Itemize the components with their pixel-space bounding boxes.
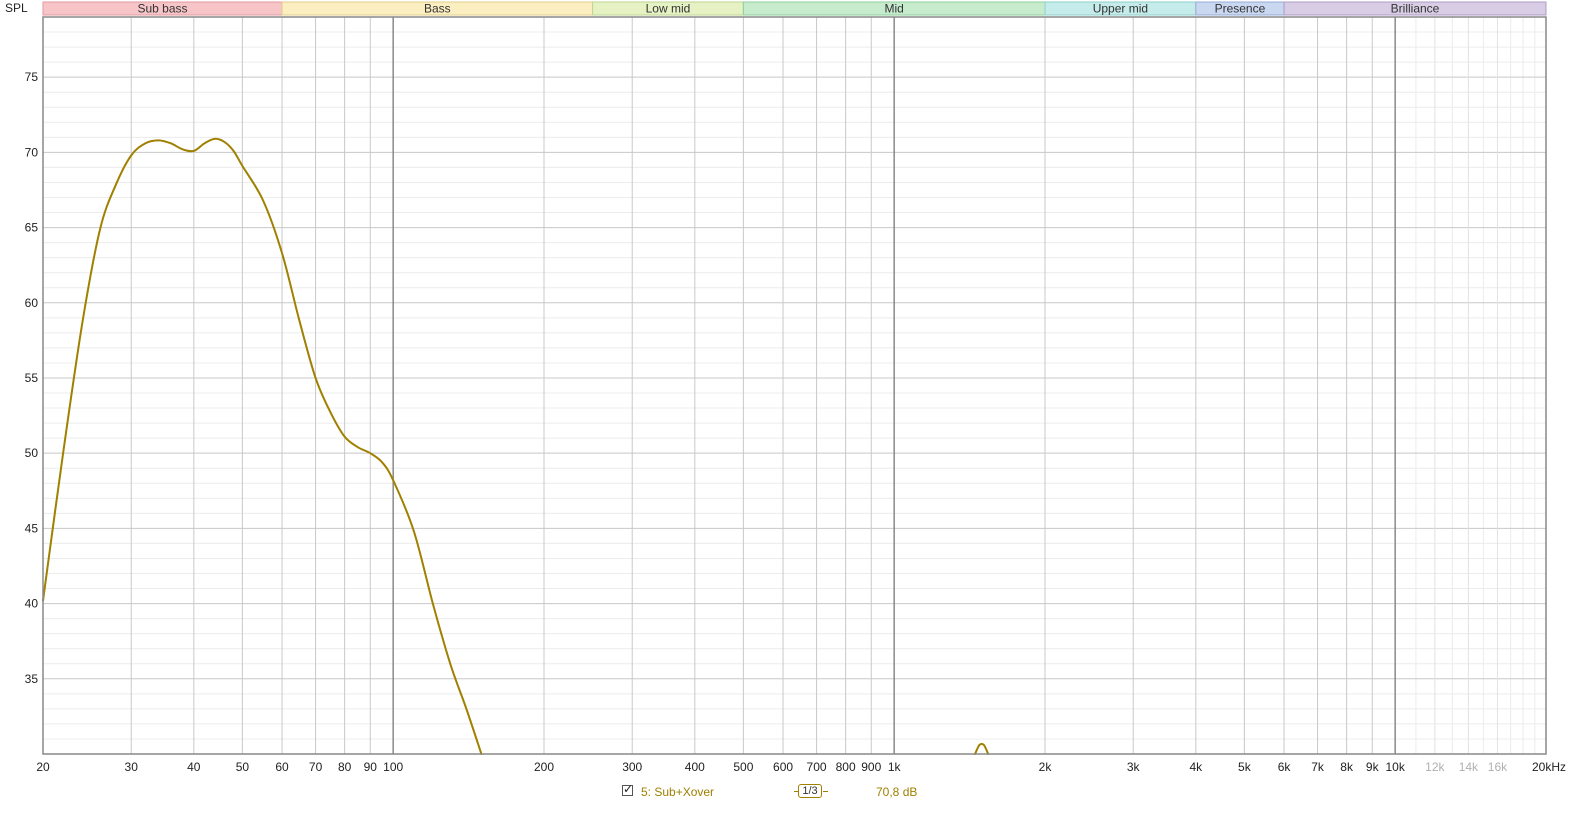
band-label: Low mid	[646, 2, 691, 16]
band-label: Brilliance	[1391, 2, 1440, 16]
x-tick-label: 300	[622, 760, 642, 774]
legend-value-readout: 70,8 dB	[876, 785, 918, 799]
smoothing-indicator[interactable]: 1/3	[794, 784, 828, 800]
y-tick-label: 70	[25, 145, 39, 159]
x-tick-label: 20kHz	[1532, 760, 1566, 774]
x-tick-label: 4k	[1189, 760, 1203, 774]
y-axis-label: SPL	[5, 1, 28, 15]
y-tick-label: 60	[25, 296, 39, 310]
x-tick-label: 14k	[1459, 760, 1479, 774]
band-label: Mid	[885, 2, 904, 16]
y-tick-label: 45	[25, 521, 39, 535]
x-tick-label: 20	[36, 760, 50, 774]
band-label: Sub bass	[137, 2, 187, 16]
legend-series-name[interactable]: 5: Sub+Xover	[641, 785, 714, 799]
x-tick-label: 1k	[888, 760, 902, 774]
y-tick-label: 40	[25, 597, 39, 611]
legend-row: 5: Sub+Xover 1/3 70,8 dB	[0, 782, 1583, 804]
y-tick-label: 75	[25, 70, 39, 84]
x-tick-label: 900	[861, 760, 881, 774]
y-axis-ticks: 35 40 45 50 55 60 65 70 75	[25, 70, 39, 686]
x-tick-label: 16k	[1488, 760, 1508, 774]
x-tick-label: 200	[534, 760, 554, 774]
x-tick-label: 400	[685, 760, 705, 774]
x-tick-label: 2k	[1039, 760, 1053, 774]
x-tick-label: 700	[807, 760, 827, 774]
x-tick-label: 3k	[1127, 760, 1141, 774]
x-tick-label: 500	[733, 760, 753, 774]
x-tick-label: 90	[364, 760, 378, 774]
smoothing-tick-right	[823, 791, 828, 792]
x-tick-label: 100	[383, 760, 403, 774]
x-tick-label: 600	[773, 760, 793, 774]
frequency-bands: Sub bass Bass Low mid Mid Upper mid Presence B…	[42, 1, 1547, 16]
x-tick-label: 7k	[1311, 760, 1325, 774]
y-tick-label: 65	[25, 221, 39, 235]
x-tick-label: 60	[275, 760, 289, 774]
y-tick-label: 50	[25, 446, 39, 460]
x-tick-label: 6k	[1278, 760, 1292, 774]
x-tick-label: 80	[338, 760, 352, 774]
frequency-response-chart: Sub bass Bass Low mid Mid Upper mid Presence B…	[5, 1, 1566, 774]
plot-area[interactable]	[43, 17, 1546, 754]
band-label: Presence	[1215, 2, 1266, 16]
x-tick-label: 8k	[1340, 760, 1354, 774]
series-visibility-checkbox[interactable]	[622, 782, 633, 796]
x-axis-ticks: 20 30 40 50 60 70 80 90 100 200 300 400 500 600 700 800…	[36, 760, 1566, 774]
x-tick-label: 10k	[1386, 760, 1406, 774]
band-label: Bass	[424, 2, 451, 16]
smoothing-label: 1/3	[798, 784, 822, 798]
x-tick-label: 800	[836, 760, 856, 774]
x-tick-label: 30	[125, 760, 139, 774]
x-tick-label: 12k	[1425, 760, 1445, 774]
x-tick-label: 5k	[1238, 760, 1252, 774]
y-tick-label: 55	[25, 371, 39, 385]
x-tick-label: 50	[236, 760, 250, 774]
y-tick-label: 35	[25, 672, 39, 686]
x-tick-label: 70	[309, 760, 323, 774]
x-tick-label: 9k	[1366, 760, 1380, 774]
band-label: Upper mid	[1093, 2, 1148, 16]
x-tick-label: 40	[187, 760, 201, 774]
